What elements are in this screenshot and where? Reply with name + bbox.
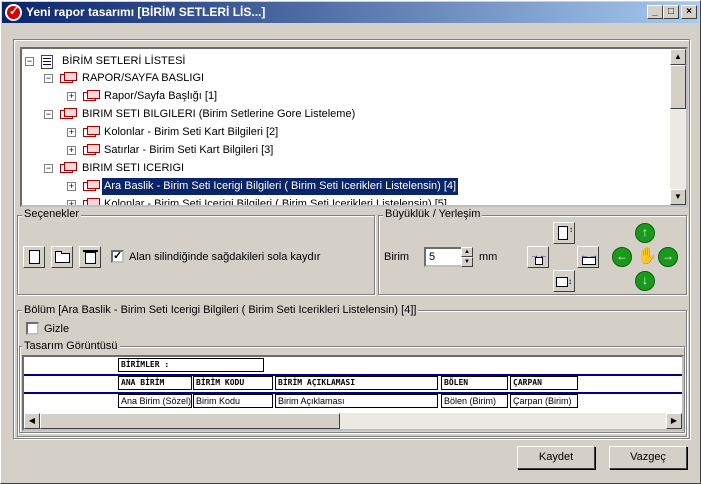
tree-node-kolonlar-icerik[interactable]: + Kolonlar - Birim Seti Icerigi Bilgiler… [22,196,662,207]
tree-node-label-selected: Ara Baslik - Birim Seti Icerigi Bilgiler… [100,177,460,196]
increase-width-icon[interactable]: ←→ [577,246,599,268]
tree-node-satirlar-kart[interactable]: + Satırlar - Birim Seti Kart Bilgileri [… [22,142,662,159]
tree-node-label: Kolonlar - Birim Seti Kart Bilgileri [2] [104,126,279,138]
design-preview[interactable]: BİRİMLER : ANA BİRİM BİRİM KODU BİRİM AÇ… [22,355,684,431]
section-legend: Bölüm [Ara Baslik - Birim Seti Icerigi B… [22,304,419,316]
tree-node-birim-seti-icerigi[interactable]: − BIRIM SETI ICERIGI [22,160,662,177]
band-icon [83,180,100,192]
preview-horizontal-scrollbar[interactable]: ◀ ▶ [24,413,682,429]
decrease-height-icon[interactable]: ↕ [553,270,575,292]
close-button[interactable]: × [681,5,697,19]
collapse-icon[interactable]: − [25,57,34,66]
field-carpan[interactable]: Çarpan (Birim) [510,394,578,408]
band-icon [83,198,100,205]
band-icon [83,90,100,102]
tree-node-birim-seti-bilgileri[interactable]: − BIRIM SETI BILGILERI (Birim Setlerine … [22,106,662,123]
tree-root-label: BİRİM SETLERİ LİSTESİ [62,55,186,67]
tree-node-label: BIRIM SETI BILGILERI (Birim Setlerine Go… [82,108,356,120]
options-group: Seçenekler ✓ Alan silindiğinde sağdakile… [17,208,375,295]
window-title: Yeni rapor tasarımı [BİRİM SETLERİ LİS..… [26,5,266,19]
field-birim-kodu[interactable]: Birim Kodu [193,394,273,408]
cancel-button[interactable]: Vazgeç [609,446,687,469]
band-icon [83,126,100,138]
column-header-birim-aciklamasi[interactable]: BİRİM AÇIKLAMASI [275,376,438,390]
scroll-down-icon[interactable]: ▼ [670,189,686,205]
column-header-bolen[interactable]: BÖLEN [441,376,508,390]
field-bolen[interactable]: Bölen (Birim) [441,394,508,408]
scroll-right-icon[interactable]: ▶ [666,413,682,429]
expand-icon[interactable]: + [67,92,76,101]
scroll-up-icon[interactable]: ▲ [670,49,686,65]
tree-node-label: Rapor/Sayfa Başlığı [1] [104,90,218,102]
expand-icon[interactable]: + [67,182,76,191]
field-ana-birim[interactable]: Ana Birim (Sözel) [118,394,192,408]
tree-node-kolonlar-kart[interactable]: + Kolonlar - Birim Seti Kart Bilgileri [… [22,124,662,141]
tree-node-label: BIRIM SETI ICERIGI [82,162,185,174]
collapse-icon[interactable]: − [44,164,53,173]
shift-left-checkbox[interactable]: ✓ [111,250,124,263]
size-position-legend: Büyüklük / Yerleşim [383,208,483,220]
increase-height-icon[interactable]: ↕ [553,222,575,244]
shift-left-label: Alan silindiğinde sağdakileri sola kaydı… [129,251,321,263]
collapse-icon[interactable]: − [44,74,53,83]
new-icon[interactable] [23,246,45,268]
save-button[interactable]: Kaydet [517,446,595,469]
tree-node-ara-baslik[interactable]: + Ara Baslik - Birim Seti Icerigi Bilgil… [22,177,662,196]
column-header-ana-birim[interactable]: ANA BİRİM [118,376,192,390]
report-structure-tree[interactable]: − BİRİM SETLERİ LİSTESİ − RAPOR/SAYFA BA… [20,47,688,207]
unit-spinner[interactable]: ▲ ▼ [461,247,473,267]
size-position-group: Büyüklük / Yerleşim Birim 5 ▲ ▼ mm ↕ →← … [378,208,687,295]
tree-node-rapor-sayfa[interactable]: − RAPOR/SAYFA BASLIGI [22,70,662,87]
section-icon [60,162,77,174]
spin-down-icon[interactable]: ▼ [461,257,473,267]
expand-icon[interactable]: + [67,200,76,205]
hide-checkbox[interactable] [26,322,39,335]
title-bar: Yeni rapor tasarımı [BİRİM SETLERİ LİS..… [2,2,699,23]
tree-node-label: Kolonlar - Birim Seti Icerigi Bilgileri … [104,198,447,207]
scroll-thumb[interactable] [40,413,340,429]
move-up-icon[interactable]: ↑ [635,223,655,243]
move-down-icon[interactable]: ↓ [635,271,655,291]
unit-suffix: mm [479,251,498,263]
field-birim-aciklamasi[interactable]: Birim Açıklaması [275,394,438,408]
column-header-birim-kodu[interactable]: BİRİM KODU [193,376,273,390]
tree-node-rapor-basligi[interactable]: + Rapor/Sayfa Başlığı [1] [22,88,662,105]
move-left-icon[interactable]: ← [612,247,632,267]
tree-vertical-scrollbar[interactable]: ▲ ▼ [670,49,686,205]
minimize-button[interactable]: _ [647,5,663,19]
options-legend: Seçenekler [22,208,82,220]
decrease-width-icon[interactable]: →← [527,246,549,268]
hand-pan-icon[interactable]: ✋ [633,245,657,269]
header-field-birimler[interactable]: BİRİMLER : [118,358,264,372]
expand-icon[interactable]: + [67,128,76,137]
section-icon [60,108,77,120]
collapse-icon[interactable]: − [44,110,53,119]
delete-trash-icon[interactable] [79,246,101,268]
tree-node-label: RAPOR/SAYFA BASLIGI [82,72,205,84]
document-list-icon [38,55,58,69]
expand-icon[interactable]: + [67,146,76,155]
open-folder-icon[interactable] [51,246,73,268]
scroll-thumb[interactable] [670,65,686,109]
app-logo-icon [5,4,22,21]
section-icon [60,72,77,84]
band-icon [83,144,100,156]
column-header-carpan[interactable]: ÇARPAN [510,376,578,390]
tree-node-label: Satırlar - Birim Seti Kart Bilgileri [3] [104,144,274,156]
scroll-left-icon[interactable]: ◀ [24,413,40,429]
tree-root[interactable]: − BİRİM SETLERİ LİSTESİ [22,53,662,70]
move-right-icon[interactable]: → [658,247,678,267]
dialog-window: Yeni rapor tasarımı [BİRİM SETLERİ LİS..… [0,0,701,484]
unit-label: Birim [384,251,410,263]
maximize-button[interactable]: □ [663,5,679,19]
hide-label: Gizle [44,323,70,335]
spin-up-icon[interactable]: ▲ [461,247,473,257]
design-view-legend: Tasarım Görüntüsü [22,340,120,352]
